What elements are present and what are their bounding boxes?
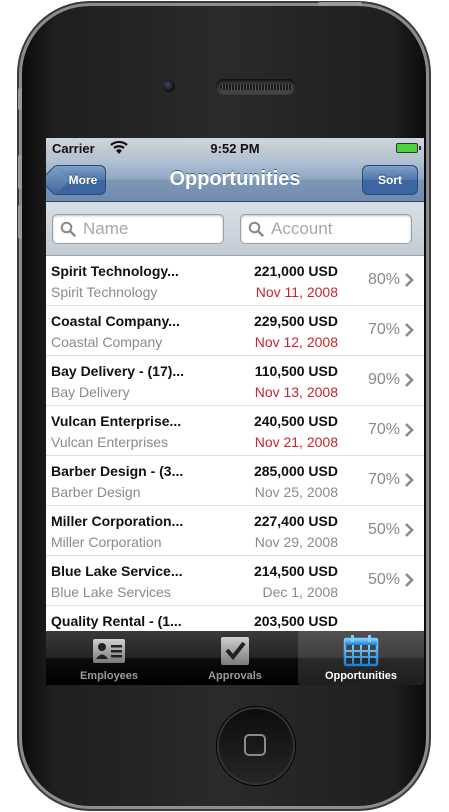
- sleep-button[interactable]: [318, 2, 362, 6]
- opportunity-name: Blue Lake Service...: [51, 563, 183, 579]
- home-square-icon: [244, 734, 266, 756]
- list-item[interactable]: Barber Design - (3... Barber Design 285,…: [46, 456, 424, 506]
- tab-label: Approvals: [208, 670, 262, 682]
- tab-bar: Employees Approvals Opportunities: [46, 631, 424, 685]
- close-date: Nov 11, 2008: [255, 284, 338, 300]
- volume-up-button[interactable]: [18, 155, 22, 189]
- probability: 70%: [367, 321, 400, 338]
- account-name: Coastal Company: [51, 334, 163, 350]
- calendar-icon: [343, 635, 379, 667]
- navigation-bar: More Opportunities Sort: [46, 158, 424, 202]
- opportunity-name: Miller Corporation...: [51, 513, 184, 529]
- sort-button[interactable]: Sort: [362, 165, 418, 195]
- battery-icon: [396, 143, 421, 153]
- close-date: Nov 12, 2008: [254, 334, 338, 350]
- probability: 50%: [367, 521, 400, 538]
- list-item[interactable]: Vulcan Enterprise... Vulcan Enterprises …: [46, 406, 424, 456]
- account-search-field[interactable]: [240, 214, 412, 244]
- tab-opportunities[interactable]: Opportunities: [298, 631, 424, 685]
- volume-down-button[interactable]: [18, 205, 22, 239]
- amount: 214,500 USD: [253, 563, 338, 579]
- opportunity-name: Barber Design - (3...: [51, 463, 184, 479]
- status-bar: Carrier 9:52 PM: [46, 138, 424, 158]
- account-name: Vulcan Enterprises: [51, 434, 168, 450]
- search-icon: [248, 221, 264, 237]
- account-name: Miller Corporation: [51, 534, 162, 550]
- amount: 221,000 USD: [253, 263, 338, 279]
- account-name: Blue Lake Services: [51, 584, 171, 600]
- tab-label: Employees: [79, 670, 139, 682]
- name-search-input[interactable]: [83, 218, 213, 240]
- opportunity-list: Spirit Technology... Spirit Technology 2…: [46, 256, 424, 631]
- list-item[interactable]: Quality Rental - (1... 203,500 USD: [46, 606, 424, 631]
- clock: 9:52 PM: [210, 141, 260, 156]
- list-item[interactable]: Bay Delivery - (17)... Bay Delivery 110,…: [46, 356, 424, 406]
- chevron-right-icon: [405, 573, 414, 587]
- chevron-right-icon: [405, 323, 414, 337]
- account-name: Barber Design: [51, 484, 141, 500]
- close-date: Nov 13, 2008: [254, 384, 338, 400]
- list-item[interactable]: Coastal Company... Coastal Company 229,5…: [46, 306, 424, 356]
- account-name: Bay Delivery: [51, 384, 130, 400]
- probability: 80%: [367, 271, 400, 288]
- search-icon: [60, 221, 76, 237]
- contact-card-icon: [93, 639, 125, 663]
- probability: 50%: [367, 571, 400, 588]
- tab-label: Opportunities: [324, 670, 398, 682]
- tab-approvals[interactable]: Approvals: [172, 631, 298, 685]
- amount: 229,500 USD: [253, 313, 338, 329]
- close-date: Dec 1, 2008: [262, 584, 339, 600]
- close-date: Nov 21, 2008: [254, 434, 338, 450]
- amount: 227,400 USD: [253, 513, 338, 529]
- amount: 110,500 USD: [254, 363, 338, 379]
- tab-employees[interactable]: Employees: [46, 631, 172, 685]
- amount: 240,500 USD: [253, 413, 338, 429]
- search-bar: [46, 202, 424, 256]
- opportunity-name: Spirit Technology...: [51, 263, 179, 279]
- list-item[interactable]: Spirit Technology... Spirit Technology 2…: [46, 256, 424, 306]
- close-date: Nov 29, 2008: [254, 534, 338, 550]
- earpiece-speaker: [216, 79, 296, 95]
- account-name: Spirit Technology: [51, 284, 158, 300]
- opportunity-name: Vulcan Enterprise...: [51, 413, 182, 429]
- chevron-right-icon: [405, 423, 414, 437]
- name-search-field[interactable]: [52, 214, 224, 244]
- amount: 285,000 USD: [253, 463, 338, 479]
- opportunity-name: Coastal Company...: [51, 313, 180, 329]
- list-item[interactable]: Miller Corporation... Miller Corporation…: [46, 506, 424, 556]
- chevron-right-icon: [405, 373, 414, 387]
- front-camera: [163, 80, 175, 92]
- chevron-right-icon: [405, 473, 414, 487]
- probability: 90%: [367, 371, 400, 388]
- probability: 70%: [367, 421, 400, 438]
- screen: Carrier 9:52 PM More Opportunities Sort: [46, 138, 424, 685]
- list-item[interactable]: Blue Lake Service... Blue Lake Services …: [46, 556, 424, 606]
- opportunity-name: Bay Delivery - (17)...: [51, 363, 185, 379]
- opportunity-name: Quality Rental - (1...: [51, 613, 182, 629]
- chevron-right-icon: [405, 273, 414, 287]
- mute-switch: [18, 88, 22, 110]
- checkbox-icon: [221, 637, 249, 665]
- chevron-right-icon: [405, 523, 414, 537]
- home-button[interactable]: [217, 707, 295, 785]
- close-date: Nov 25, 2008: [254, 484, 338, 500]
- probability: 70%: [367, 471, 400, 488]
- amount: 203,500 USD: [253, 613, 338, 629]
- account-search-input[interactable]: [271, 218, 401, 240]
